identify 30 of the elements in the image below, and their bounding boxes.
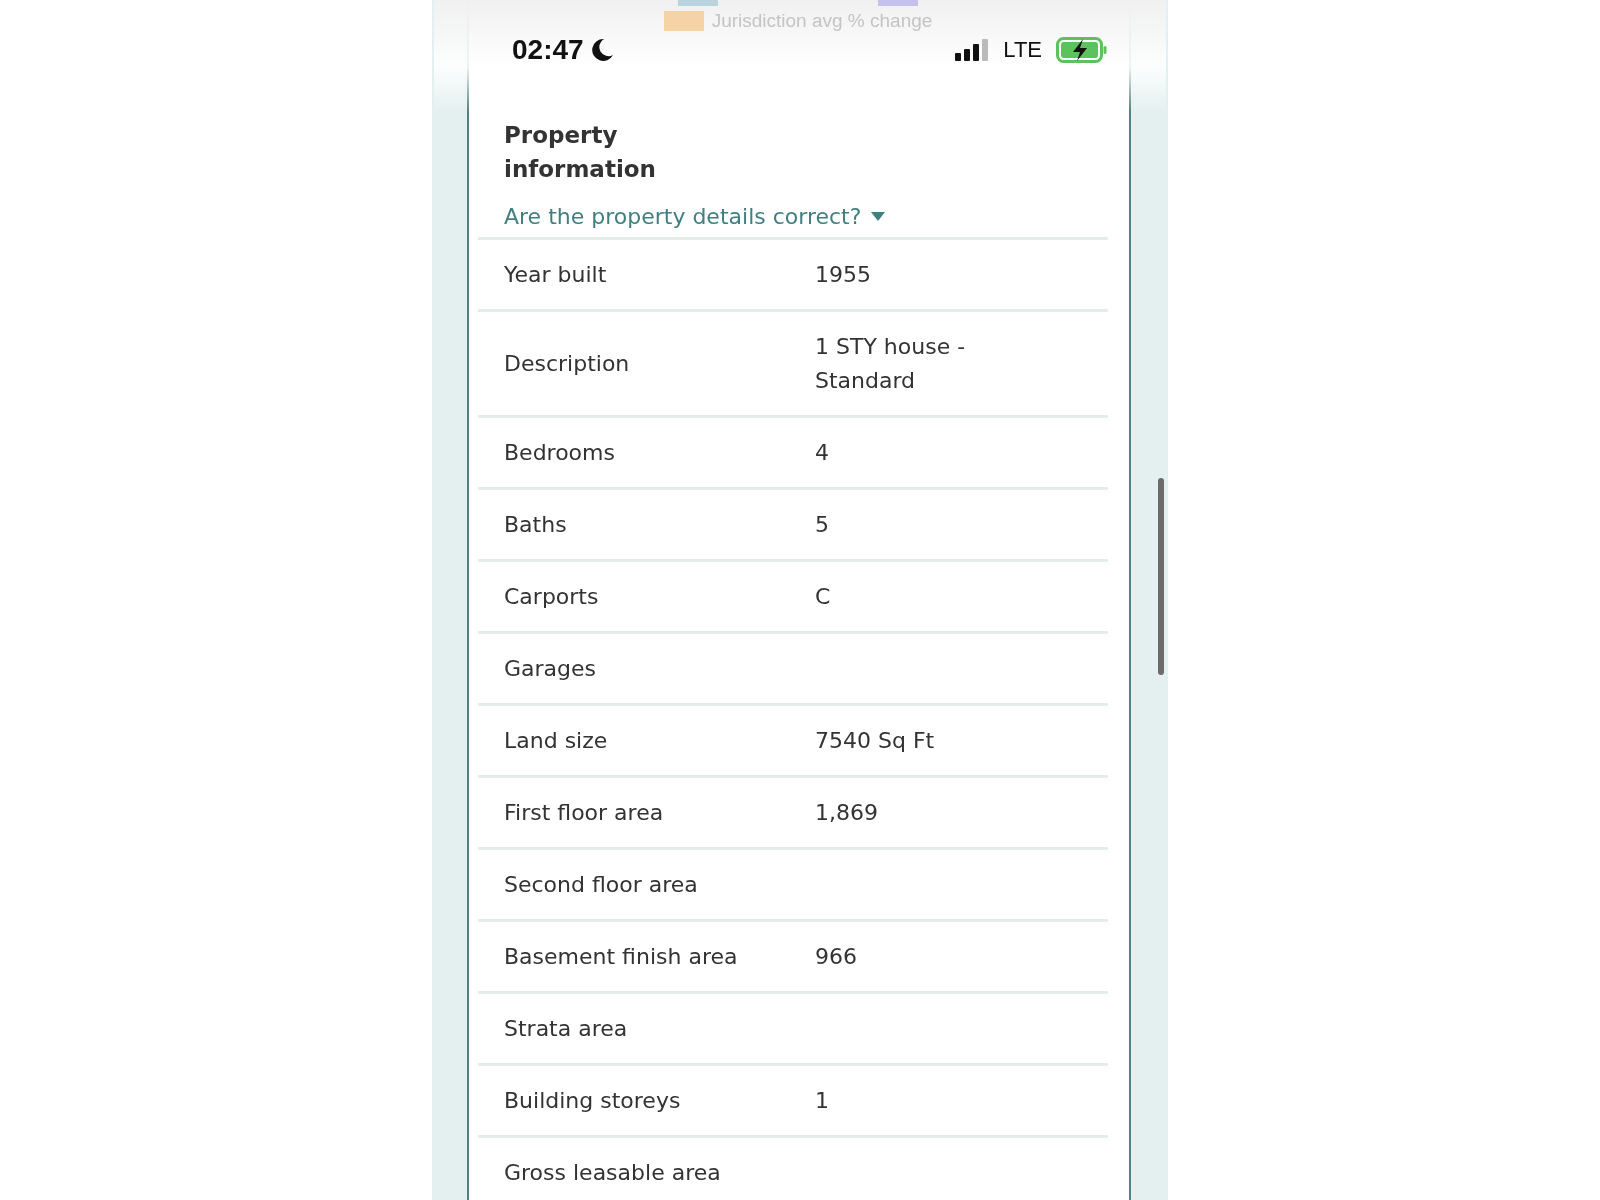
field-label: Carports [504, 584, 600, 609]
details-link[interactable]: Are the property details correct? [504, 204, 862, 229]
field-label: Land size [504, 728, 609, 753]
field-value: 1 STY house - Standard [815, 332, 967, 395]
battery-charging-icon [1056, 37, 1108, 63]
field-label: First floor area [504, 800, 665, 825]
field-value: 5 [815, 510, 830, 539]
field-value: 1,869 [815, 798, 879, 827]
network-label: LTE [1003, 37, 1042, 63]
field-label: Strata area [504, 1016, 629, 1041]
field-value: 1 [815, 1086, 830, 1115]
field-label: Gross leasable area [504, 1160, 722, 1185]
field-value: 966 [815, 942, 858, 971]
section-title: Property information [504, 121, 657, 184]
scroll-bar[interactable] [1158, 478, 1164, 675]
moon-icon [589, 38, 614, 62]
field-label: Description [504, 351, 631, 376]
field-value: 4 [815, 438, 830, 467]
field-label: Baths [504, 512, 568, 537]
field-label: Garages [504, 656, 598, 681]
caret-icon [871, 212, 886, 221]
field-label: Year built [504, 262, 608, 287]
field-value: 7540 Sq Ft [815, 726, 936, 755]
field-label: Building storeys [504, 1088, 682, 1113]
field-value: C [815, 582, 832, 611]
status-time: 02:47 [512, 34, 584, 66]
field-label: Second floor area [504, 872, 699, 897]
field-label: Bedrooms [504, 440, 616, 465]
field-label: Basement finish area [504, 944, 739, 969]
field-value: 1955 [815, 260, 872, 289]
